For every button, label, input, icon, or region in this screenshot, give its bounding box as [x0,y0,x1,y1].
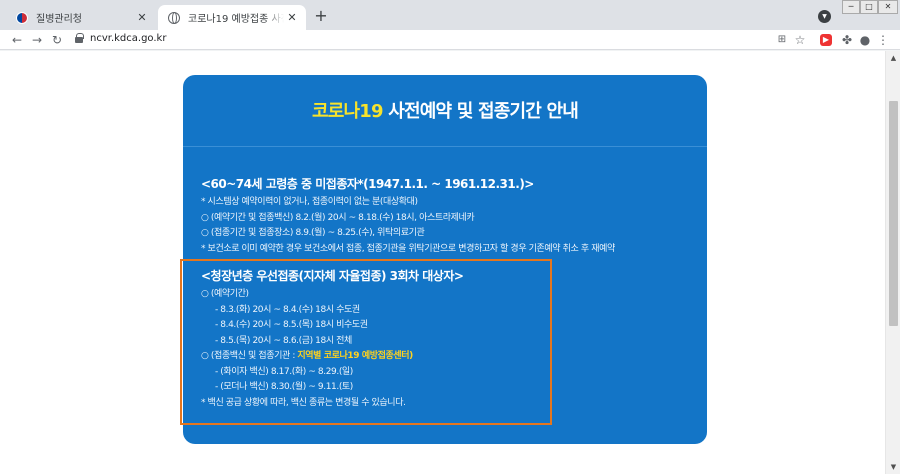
notice-title: 코로나19 사전예약 및 접종기간 안내 [183,97,707,123]
globe-icon [168,11,180,24]
tab-ncvr[interactable]: 코로나19 예방접종 사전예약 시스템 ✕ [158,5,306,30]
arrow-right-icon[interactable]: → [28,31,46,49]
scroll-up-icon[interactable]: ▲ [886,51,900,65]
elderly-section: <60~74세 고령층 중 미접종자*(1947.1.1. ~ 1961.12.… [201,175,615,257]
scrollbar-thumb[interactable] [889,101,898,326]
title-highlight: 코로나19 [312,101,384,122]
maximize-button[interactable]: □ [860,0,878,14]
tab-kdca[interactable]: 질병관리청 ✕ [6,5,156,30]
address-bar[interactable]: ncvr.kdca.go.kr [70,31,815,49]
extension-icon[interactable]: ▶ [820,34,832,46]
close-tab-icon[interactable]: ✕ [134,11,150,24]
close-tab-icon[interactable]: ✕ [284,11,300,24]
callout-box [180,259,552,425]
browser-toolbar: ← → ↻ ncvr.kdca.go.kr ⊞ ☆ ▶ ✤ ● ⋮ [0,30,900,50]
info-line: ○ (접종기간 및 접종장소) 8.9.(월) ~ 8.25.(수), 위탁의료… [201,228,425,238]
close-window-button[interactable]: ✕ [878,0,898,14]
new-tab-button[interactable]: + [312,7,330,25]
lock-icon[interactable] [75,33,84,43]
page-viewport: 코로나19 사전예약 및 접종기간 안내 <60~74세 고령층 중 미접종자*… [0,51,885,474]
section-heading: <60~74세 고령층 중 미접종자*(1947.1.1. ~ 1961.12.… [201,177,534,191]
reload-icon[interactable]: ↻ [48,31,66,49]
tab-strip: 질병관리청 ✕ 코로나19 예방접종 사전예약 시스템 ✕ + ▼ ─ □ ✕ [0,0,900,30]
star-icon[interactable]: ☆ [791,31,809,49]
title-rest: 사전예약 및 접종기간 안내 [382,101,579,122]
profile-icon[interactable]: ● [856,31,874,49]
kebab-menu-icon[interactable]: ⋮ [874,31,892,49]
tab-title: 코로나19 예방접종 사전예약 시스템 [188,14,284,25]
gov-emblem-icon [16,11,28,24]
tab-search-icon[interactable]: ▼ [818,10,831,23]
translate-icon[interactable]: ⊞ [773,31,791,49]
scroll-down-icon[interactable]: ▼ [886,460,900,474]
divider [183,146,707,147]
arrow-left-icon[interactable]: ← [8,31,26,49]
minimize-button[interactable]: ─ [842,0,860,14]
info-line: * 시스템상 예약이력이 없거나, 접종이력이 없는 분(대상확대) [201,197,418,207]
info-line: ○ (예약기간 및 접종백신) 8.2.(월) 20시 ~ 8.18.(수) 1… [201,212,475,223]
puzzle-icon[interactable]: ✤ [838,31,856,49]
vertical-scrollbar[interactable]: ▲ ▼ [885,51,900,474]
url-text[interactable]: ncvr.kdca.go.kr [90,33,166,44]
info-line: * 보건소로 이미 예약한 경우 보건소에서 접종, 접종기관을 위탁기관으로 … [201,243,615,254]
tab-title: 질병관리청 [36,14,82,25]
